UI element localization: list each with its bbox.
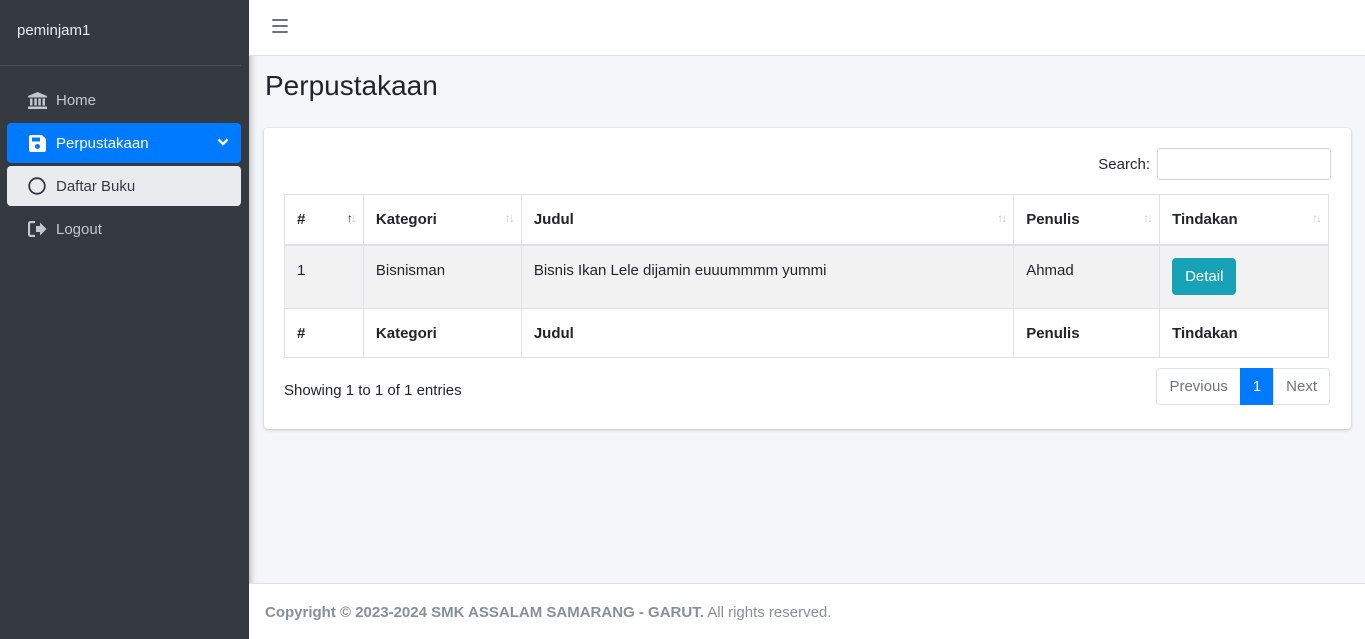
sign-out-icon — [27, 219, 47, 239]
detail-button[interactable]: Detail — [1172, 257, 1237, 295]
page-1-button[interactable]: 1 — [1239, 368, 1275, 405]
footer-header-penulis: Penulis — [1013, 308, 1161, 358]
sidebar-item-label: Perpustakaan — [56, 134, 149, 152]
column-header-kategori[interactable]: Kategori ↑↓ — [362, 194, 522, 246]
column-header-tindakan[interactable]: Tindakan ↑↓ — [1159, 194, 1329, 246]
pagination: Previous 1 Next — [1156, 368, 1330, 405]
sidebar-item-daftar-buku[interactable]: Daftar Buku — [7, 166, 241, 206]
table-header-row: # ↑↓ Kategori ↑↓ Judul ↑↓ Penulis ↑↓ Tindaka… — [284, 194, 1329, 246]
books-card: Search: # ↑↓ Kategori ↑↓ Judul ↑↓ Penulis ↑↓… — [264, 128, 1351, 429]
table-footer-row: # Kategori Judul Penulis Tindakan — [284, 308, 1329, 358]
footer-header-judul: Judul — [520, 308, 1015, 358]
cell-penulis: Ahmad — [1013, 244, 1161, 309]
sidebar: peminjam1 Home Perpustakaan Daftar Buku — [0, 0, 249, 639]
previous-page-button[interactable]: Previous — [1156, 368, 1241, 405]
sort-icon: ↑↓ — [997, 211, 1007, 225]
sort-icon: ↑↓ — [1143, 211, 1153, 225]
search-row: Search: — [1098, 148, 1331, 180]
footer-header-kategori: Kategori — [362, 308, 522, 358]
sort-ascending-icon: ↑↓ — [346, 211, 357, 225]
page-title: Perpustakaan — [265, 70, 438, 101]
copyright-text: Copyright © 2023-2024 SMK ASSALAM SAMARA… — [265, 604, 704, 621]
sort-icon: ↑↓ — [504, 211, 515, 225]
sidebar-nav: Home Perpustakaan Daftar Buku Logout — [7, 80, 241, 252]
bank-icon — [27, 90, 47, 110]
top-navbar — [249, 0, 1365, 56]
table-info: Showing 1 to 1 of 1 entries — [284, 382, 462, 399]
chevron-down-icon — [217, 134, 229, 151]
footer-header-tindakan: Tindakan — [1159, 308, 1329, 358]
sidebar-divider — [7, 65, 241, 66]
books-table: # ↑↓ Kategori ↑↓ Judul ↑↓ Penulis ↑↓ Tindaka… — [284, 194, 1329, 358]
sort-icon: ↑↓ — [1312, 211, 1322, 225]
hamburger-menu-icon[interactable] — [272, 19, 288, 35]
column-header-number[interactable]: # ↑↓ — [284, 194, 364, 246]
cell-kategori: Bisnisman — [362, 244, 522, 309]
search-label: Search: — [1098, 155, 1150, 173]
sidebar-item-label: Logout — [56, 220, 102, 238]
column-header-judul[interactable]: Judul ↑↓ — [520, 194, 1015, 246]
next-page-button[interactable]: Next — [1273, 368, 1330, 405]
rights-text: All rights reserved. — [703, 604, 832, 621]
footer-header-number: # — [284, 308, 364, 358]
sidebar-item-logout[interactable]: Logout — [7, 209, 241, 249]
save-icon — [27, 133, 47, 153]
table-row: 1 Bisnisman Bisnis Ikan Lele dijamin euu… — [284, 244, 1329, 309]
sidebar-item-label: Daftar Buku — [56, 177, 136, 195]
cell-tindakan: Detail — [1159, 244, 1329, 309]
search-input[interactable] — [1157, 148, 1331, 180]
page-footer: Copyright © 2023-2024 SMK ASSALAM SAMARA… — [249, 583, 1365, 639]
cell-number: 1 — [284, 244, 364, 309]
sidebar-item-perpustakaan[interactable]: Perpustakaan — [7, 123, 241, 163]
sidebar-user-name[interactable]: peminjam1 — [0, 0, 241, 66]
sidebar-item-home[interactable]: Home — [7, 80, 241, 120]
sidebar-item-label: Home — [56, 91, 97, 109]
circle-icon — [27, 176, 47, 196]
cell-judul: Bisnis Ikan Lele dijamin euuummmm yummi — [520, 244, 1015, 309]
column-header-penulis[interactable]: Penulis ↑↓ — [1013, 194, 1161, 246]
